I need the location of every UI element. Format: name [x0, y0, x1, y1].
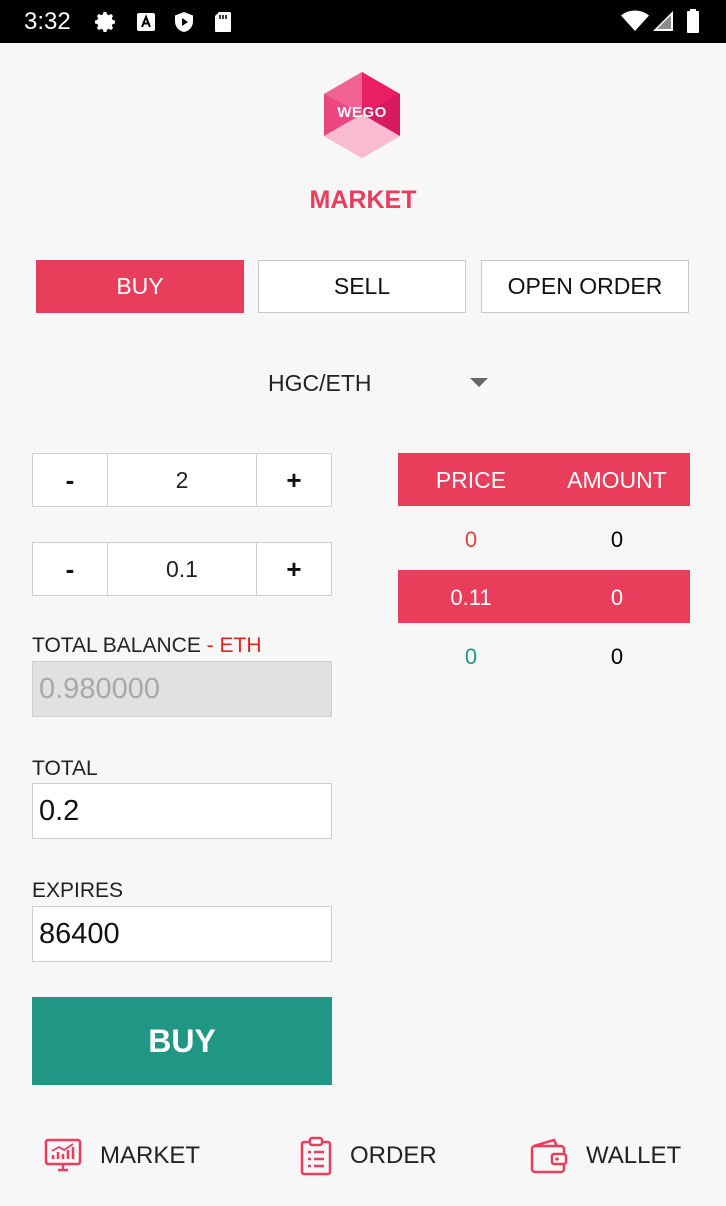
- total-input[interactable]: 0.2: [32, 783, 332, 839]
- total-label: TOTAL: [32, 757, 98, 780]
- balance-currency: - ETH: [200, 634, 262, 657]
- amount-column-header: AMOUNT: [567, 467, 667, 493]
- price-column-header: PRICE: [435, 467, 507, 493]
- amount-stepper: - 0.1 +: [32, 542, 332, 596]
- order-amount: 0: [610, 644, 624, 669]
- order-book-header: PRICE AMOUNT: [398, 453, 690, 506]
- nav-order-label: ORDER: [350, 1142, 437, 1169]
- price-stepper: - 2 +: [32, 453, 332, 507]
- sd-card-icon: [215, 12, 231, 32]
- order-price: 0.11: [450, 585, 492, 610]
- cell-signal-icon: [653, 11, 673, 31]
- order-price: 0: [464, 527, 478, 552]
- nav-wallet-label: WALLET: [586, 1142, 682, 1169]
- wallet-icon: [530, 1138, 568, 1174]
- price-increment-button[interactable]: +: [257, 454, 331, 506]
- order-book-row[interactable]: 0 0: [398, 629, 690, 682]
- shield-play-icon: [175, 12, 193, 32]
- amount-stepper-value[interactable]: 0.1: [107, 543, 257, 595]
- status-time: 3:32: [24, 8, 71, 35]
- total-balance-field: 0.980000: [32, 661, 332, 717]
- dropdown-arrow-icon[interactable]: [470, 378, 488, 387]
- order-amount: 0: [610, 585, 624, 610]
- nav-market-label: MARKET: [100, 1142, 201, 1169]
- gear-icon: [95, 12, 115, 32]
- buy-button[interactable]: BUY: [32, 997, 332, 1085]
- nav-market[interactable]: MARKET: [44, 1134, 200, 1178]
- tab-open-order[interactable]: OPEN ORDER: [481, 260, 689, 313]
- order-price: 0: [464, 644, 478, 669]
- status-bar: 3:32: [0, 0, 726, 43]
- amount-decrement-button[interactable]: -: [33, 543, 107, 595]
- order-amount: 0: [610, 527, 624, 552]
- logo-text: WEGO: [337, 104, 387, 121]
- nav-order[interactable]: ORDER: [300, 1134, 437, 1178]
- wego-logo: WEGO: [322, 70, 402, 158]
- market-chart-icon: [44, 1138, 82, 1172]
- expires-label: EXPIRES: [32, 879, 124, 902]
- order-book-row-highlighted[interactable]: 0.11 0: [398, 570, 690, 623]
- amount-increment-button[interactable]: +: [257, 543, 331, 595]
- battery-icon: [687, 9, 699, 33]
- tab-sell[interactable]: SELL: [258, 260, 466, 313]
- clipboard-icon: [300, 1136, 332, 1176]
- price-stepper-value[interactable]: 2: [107, 454, 257, 506]
- pair-select[interactable]: HGC/ETH: [268, 370, 372, 397]
- font-a-icon: [137, 13, 155, 31]
- price-decrement-button[interactable]: -: [33, 454, 107, 506]
- nav-wallet[interactable]: WALLET: [530, 1134, 681, 1178]
- page-title: MARKET: [309, 186, 417, 214]
- market-screen: 3:32 WEGO MARKET BUY SELL OPEN ORDER HGC…: [0, 0, 726, 1206]
- expires-input[interactable]: 86400: [32, 906, 332, 962]
- wifi-icon: [621, 10, 649, 31]
- tab-buy[interactable]: BUY: [36, 260, 244, 313]
- total-balance-label-text: TOTAL BALANCE: [32, 634, 201, 657]
- order-book-row[interactable]: 0 0: [398, 512, 690, 565]
- total-balance-label: TOTAL BALANCE - ETH: [32, 634, 262, 658]
